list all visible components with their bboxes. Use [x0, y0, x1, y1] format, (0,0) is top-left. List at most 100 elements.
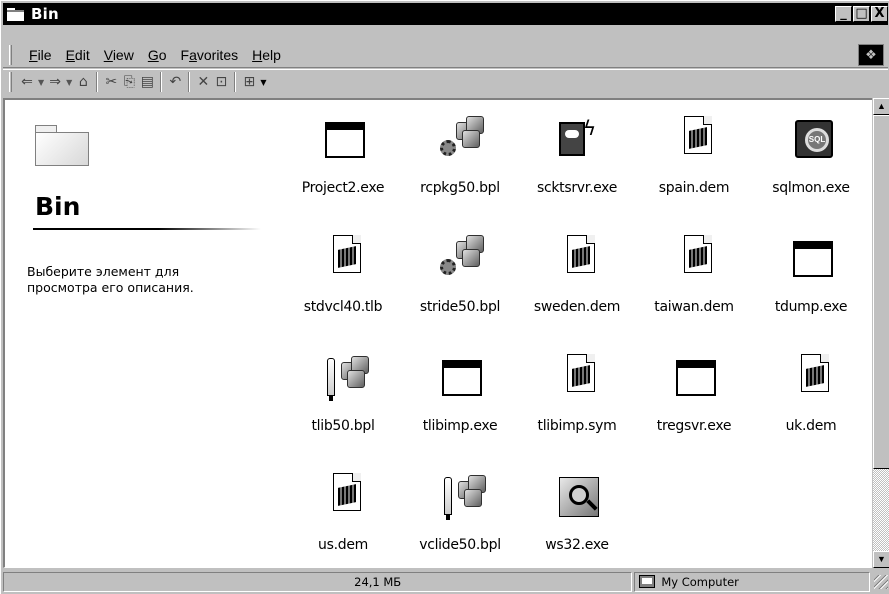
- file-name: tlibimp.sym: [537, 418, 617, 434]
- resize-grip[interactable]: [874, 574, 888, 589]
- menu-view[interactable]: View: [97, 47, 141, 63]
- exe-window-icon: [676, 354, 716, 398]
- explorer-window: Bin _ □ X File Edit View Go Favorites He…: [0, 0, 889, 594]
- dropdown-icon[interactable]: ▼: [36, 72, 46, 92]
- exe-window-icon: [442, 354, 482, 398]
- web-view-pane: Bin Выберите элемент для просмотра его о…: [5, 100, 265, 567]
- package-icon: [440, 116, 484, 160]
- file-item[interactable]: SQL sqlmon.exe: [751, 108, 871, 226]
- dropdown-icon[interactable]: ▼: [258, 72, 268, 92]
- scroll-down-arrow-icon[interactable]: ▼: [873, 551, 889, 568]
- sql-monitor-icon: SQL: [793, 116, 833, 160]
- tlib-package-icon: [325, 354, 369, 401]
- file-name: sqlmon.exe: [772, 180, 850, 196]
- file-item[interactable]: vclide50.bpl: [400, 465, 520, 567]
- document-icon: [793, 354, 833, 398]
- back-arrow-icon[interactable]: ⇐: [18, 72, 36, 92]
- menu-go[interactable]: Go: [141, 47, 174, 63]
- file-name: scktsrvr.exe: [536, 180, 618, 196]
- file-item[interactable]: ϟ scktsrvr.exe: [517, 108, 637, 226]
- menu-bar: File Edit View Go Favorites Help ❖: [3, 43, 888, 68]
- menu-edit[interactable]: Edit: [59, 47, 97, 63]
- file-name: sweden.dem: [533, 299, 621, 315]
- exe-window-icon: [793, 235, 833, 279]
- file-name: tlibimp.exe: [422, 418, 498, 434]
- document-icon: [676, 235, 716, 279]
- file-item[interactable]: uk.dem: [751, 346, 871, 464]
- scroll-up-arrow-icon[interactable]: ▲: [873, 98, 889, 115]
- document-icon: [325, 473, 365, 517]
- toolbar-separator: [188, 72, 191, 92]
- file-name: spain.dem: [658, 180, 730, 196]
- file-name: stride50.bpl: [419, 299, 501, 315]
- status-zone-label: My Computer: [661, 574, 739, 589]
- file-list: Project2.exe rcpkg50.bpl ϟ scktsrvr.exe spai…: [283, 108, 863, 567]
- vertical-scrollbar[interactable]: ▲ ▼: [872, 98, 889, 568]
- package-icon: [440, 235, 484, 279]
- menu-grip[interactable]: [9, 45, 12, 65]
- file-item[interactable]: tlibimp.sym: [517, 346, 637, 464]
- toolbar-separator: [96, 72, 99, 92]
- delete-icon[interactable]: ✕: [194, 72, 212, 92]
- views-icon[interactable]: ⊞: [240, 72, 258, 92]
- exe-window-icon: [325, 116, 365, 160]
- file-name: tregsvr.exe: [656, 418, 732, 434]
- minimize-button[interactable]: _: [835, 6, 852, 22]
- status-size: 24,1 МБ: [3, 571, 633, 592]
- file-item[interactable]: ws32.exe: [517, 465, 637, 567]
- folder-view: Bin Выберите элемент для просмотра его о…: [3, 98, 888, 568]
- title-bar[interactable]: Bin _ □ X: [3, 3, 888, 25]
- copy-icon[interactable]: ⎘: [120, 72, 138, 92]
- file-item[interactable]: us.dem: [283, 465, 403, 567]
- large-folder-icon: [35, 123, 89, 166]
- file-item[interactable]: taiwan.dem: [634, 227, 754, 345]
- paste-icon[interactable]: ▤: [138, 72, 156, 92]
- menu-help[interactable]: Help: [245, 47, 288, 63]
- selection-hint: Выберите элемент для просмотра его описа…: [27, 264, 194, 295]
- file-name: ws32.exe: [545, 537, 609, 553]
- file-item[interactable]: tdump.exe: [751, 227, 871, 345]
- menu-file[interactable]: File: [22, 47, 59, 63]
- status-zone: My Computer: [634, 571, 871, 592]
- file-item[interactable]: sweden.dem: [517, 227, 637, 345]
- ws32-icon: [559, 473, 599, 517]
- file-name: tdump.exe: [774, 299, 848, 315]
- cut-icon[interactable]: ✂: [102, 72, 120, 92]
- file-item[interactable]: Project2.exe: [283, 108, 403, 226]
- document-icon: [325, 235, 365, 279]
- status-bar: 24,1 МБ My Computer: [3, 570, 888, 593]
- up-folder-icon[interactable]: ⌂: [74, 72, 92, 92]
- file-name: uk.dem: [785, 418, 837, 434]
- scroll-thumb[interactable]: [873, 115, 889, 469]
- file-name: tlib50.bpl: [311, 418, 375, 434]
- file-item[interactable]: tregsvr.exe: [634, 346, 754, 464]
- document-icon: [676, 116, 716, 160]
- file-item[interactable]: tlib50.bpl: [283, 346, 403, 464]
- tlib-package-icon: [442, 473, 486, 520]
- file-name: rcpkg50.bpl: [420, 180, 500, 196]
- title-divider: [33, 228, 261, 230]
- maximize-button[interactable]: □: [853, 6, 870, 22]
- file-item[interactable]: tlibimp.exe: [400, 346, 520, 464]
- file-item[interactable]: stdvcl40.tlb: [283, 227, 403, 345]
- file-name: Project2.exe: [301, 180, 385, 196]
- file-item[interactable]: rcpkg50.bpl: [400, 108, 520, 226]
- menu-favorites[interactable]: Favorites: [174, 47, 246, 63]
- window-title: Bin: [31, 5, 59, 23]
- file-item[interactable]: stride50.bpl: [400, 227, 520, 345]
- toolbar-separator: [234, 72, 237, 92]
- toolbar-grip[interactable]: [9, 72, 12, 92]
- file-item[interactable]: spain.dem: [634, 108, 754, 226]
- my-computer-icon: [639, 575, 656, 588]
- document-icon: [559, 235, 599, 279]
- dropdown-icon[interactable]: ▼: [64, 72, 74, 92]
- windows-logo-icon: ❖: [858, 44, 884, 66]
- undo-icon[interactable]: ↶: [166, 72, 184, 92]
- folder-icon: [7, 7, 25, 21]
- properties-icon[interactable]: ⊡: [212, 72, 230, 92]
- folder-title: Bin: [35, 192, 81, 221]
- close-button[interactable]: X: [871, 6, 888, 22]
- toolbar: ⇐ ▼ ⇒ ▼ ⌂ ✂ ⎘ ▤ ↶ ✕ ⊡ ⊞ ▼: [3, 69, 888, 94]
- forward-arrow-icon[interactable]: ⇒: [46, 72, 64, 92]
- socket-server-icon: ϟ: [559, 116, 599, 160]
